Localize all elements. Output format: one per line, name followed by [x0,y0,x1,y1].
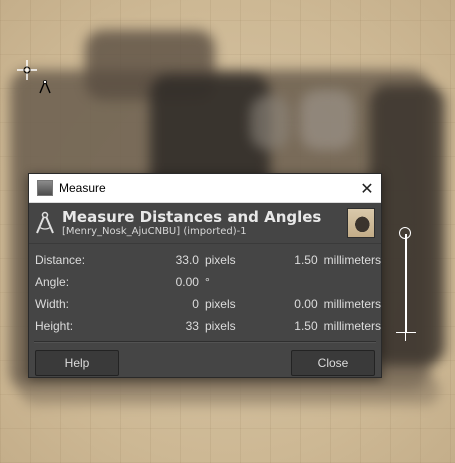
crosshair-cursor-icon [17,60,37,80]
image-region [300,90,355,150]
dialog-heading: Measure Distances and Angles [62,208,322,226]
angle-label: Angle: [35,275,70,289]
measure-dialog: Measure ✕ Measure Distances and Angles [… [28,173,382,378]
table-row: Distance: 33.0 pixels 1.50 millimeters [35,249,381,271]
height-value-mm: 1.50 [294,319,318,333]
table-row: Width: 0 pixels 0.00 millimeters [35,293,381,315]
height-label: Height: [35,319,74,333]
image-thumbnail [347,208,375,238]
image-region [20,375,440,405]
measure-end-handle-vertical [405,324,406,341]
distance-value: 33.0 [175,253,199,267]
height-unit: pixels [204,319,236,333]
close-button[interactable]: Close [291,350,375,376]
measure-table: Distance: 33.0 pixels 1.50 millimeters A… [35,249,381,337]
distance-unit-mm: millimeters [323,253,381,267]
gimp-window-icon [37,180,53,196]
width-value-mm: 0.00 [294,297,318,311]
dialog-buttons: Help Close [29,343,381,376]
help-button[interactable]: Help [35,350,119,376]
dialog-header: Measure Distances and Angles [Menry_Nosk… [29,203,381,244]
image-name: [Menry_Nosk_AjuCNBU] (imported)-1 [62,226,247,237]
angle-unit: ° [204,275,210,289]
compass-cursor-icon [39,80,51,94]
table-row: Height: 33 pixels 1.50 millimeters [35,315,381,337]
width-unit-mm: millimeters [323,297,381,311]
height-value: 33 [185,319,199,333]
compass-icon [36,211,54,234]
angle-value: 0.00 [175,275,199,289]
distance-unit: pixels [204,253,236,267]
close-icon[interactable]: ✕ [353,174,381,202]
distance-label: Distance: [35,253,86,267]
width-value: 0 [192,297,199,311]
width-unit: pixels [204,297,236,311]
table-row: Angle: 0.00 ° [35,271,381,293]
measure-line[interactable] [405,234,407,333]
image-region [250,95,290,150]
distance-value-mm: 1.50 [294,253,318,267]
angle-value-2 [253,271,318,293]
height-unit-mm: millimeters [323,319,381,333]
measure-end-handle[interactable] [396,332,416,333]
dialog-titlebar[interactable]: Measure ✕ [29,174,381,203]
width-label: Width: [35,297,70,311]
dialog-title: Measure [59,181,106,195]
angle-unit-2 [318,271,381,293]
measure-start-handle[interactable] [399,227,411,239]
